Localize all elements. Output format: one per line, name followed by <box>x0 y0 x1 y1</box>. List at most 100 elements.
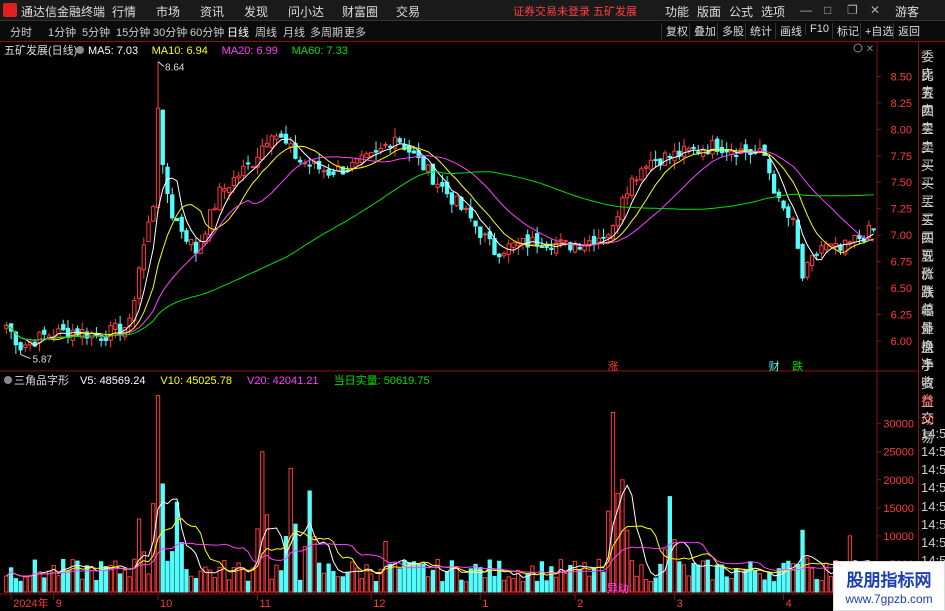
volume-bar <box>302 546 308 593</box>
sidebar-item[interactable]: 14:56 <box>921 480 945 495</box>
candle-body <box>264 142 270 148</box>
volume-bar <box>307 490 312 593</box>
time-tick-label: 1 <box>482 598 488 609</box>
volume-bar <box>298 579 303 593</box>
volume-bar <box>113 560 118 593</box>
price-tick-label: 6.50 <box>891 283 912 295</box>
volume-bar <box>117 573 123 593</box>
volume-bar <box>643 579 649 593</box>
volume-bar <box>260 451 265 593</box>
price-tick-label: 7.25 <box>891 204 912 216</box>
candle-body <box>388 145 393 148</box>
candle-body <box>511 242 516 248</box>
volume-bar <box>738 569 744 593</box>
indicator-legend: 五矿发展(日线) MA5: 7.03 MA10: 6.94 MA20: 6.99 MA6… <box>4 43 874 387</box>
volume-bar <box>757 573 763 593</box>
volume-bar <box>421 563 426 593</box>
candle-body <box>18 342 23 351</box>
volume-bar <box>226 579 232 593</box>
candle-body <box>37 331 42 344</box>
candle-body <box>639 168 644 181</box>
volume-bar <box>596 558 601 593</box>
candle-body <box>814 253 819 256</box>
axis-labels: 8.50 8.25 8.00 7.75 7.50 7.25 7.00 6.75 6.50 6.25… <box>13 61 914 609</box>
volume-bar <box>819 579 824 593</box>
volume-bar <box>165 560 170 593</box>
volume-bar <box>56 575 61 593</box>
candle-body <box>212 207 218 211</box>
volume-bar <box>184 569 189 593</box>
volume-settings-icon <box>4 376 12 384</box>
volume-bar <box>70 559 75 593</box>
candle-body <box>378 147 383 152</box>
candle-body <box>160 109 165 165</box>
low-annotation-leader <box>20 354 31 360</box>
volume-bar <box>563 573 568 593</box>
candle-body <box>615 216 620 227</box>
volume-bar <box>42 577 47 593</box>
candle-body <box>667 155 673 158</box>
volume-bar <box>13 578 19 593</box>
candle-body <box>411 150 417 154</box>
candle-body <box>236 175 241 179</box>
volume-bar <box>440 581 445 593</box>
sidebar-item[interactable]: 14:56 <box>921 499 945 514</box>
event-marker: 财 <box>769 359 780 373</box>
volume-bar <box>23 576 28 593</box>
volume-bar <box>61 558 66 593</box>
price-tick-label: 6.25 <box>891 309 912 321</box>
sidebar-item[interactable]: 14:56 <box>921 426 945 441</box>
volume-bar <box>392 562 398 593</box>
sidebar-item[interactable]: 14:56 <box>921 535 945 550</box>
volume-bar <box>696 564 701 593</box>
candle-body <box>207 209 213 236</box>
candle-body <box>534 233 540 247</box>
time-tick-label: 10 <box>160 598 172 609</box>
volume-bar <box>786 560 791 593</box>
sidebar-item[interactable]: 14:56 <box>921 462 945 477</box>
volume-bar <box>634 575 639 593</box>
candle-body <box>350 161 355 169</box>
candle-body <box>596 237 601 243</box>
volume-bar <box>587 575 592 593</box>
candle-body <box>819 245 824 254</box>
candle-body <box>696 151 701 154</box>
volume-bar <box>373 580 379 593</box>
volume-tick-label: 15000 <box>883 503 914 515</box>
candle-body <box>61 324 66 331</box>
volume-bar <box>411 561 417 593</box>
volume-bar <box>345 571 350 593</box>
volume-bar <box>719 564 725 593</box>
volume-bar <box>771 581 777 593</box>
volume-bar <box>350 561 355 593</box>
candle-body <box>316 160 322 170</box>
candle-body <box>136 267 142 299</box>
volume-bar <box>222 560 227 593</box>
candle-body <box>800 244 805 279</box>
candle-body <box>226 187 232 193</box>
candle-body <box>331 171 336 175</box>
volume-bar <box>610 411 616 593</box>
sidebar-item[interactable]: 14:56 <box>921 444 945 459</box>
kline-chart[interactable]: 8.50 8.25 8.00 7.75 7.50 7.25 7.00 6.75 6.50 6.25… <box>0 0 918 609</box>
candle-body <box>245 162 251 165</box>
volume-bar <box>98 561 104 593</box>
price-tick-label: 7.50 <box>891 177 912 189</box>
pane-settings-icon <box>853 43 863 53</box>
volume-bar <box>487 559 492 593</box>
candle-body <box>293 142 298 159</box>
price-tick-label: 8.00 <box>891 124 912 136</box>
volume-bar <box>84 565 90 593</box>
volume-bar <box>189 575 194 593</box>
candle-body <box>364 153 369 159</box>
volume-event-marker: 异动 <box>607 582 629 595</box>
candle-body <box>468 207 473 219</box>
volume-bar <box>122 569 128 593</box>
volume-bar <box>748 561 753 593</box>
volume-bar <box>207 569 213 593</box>
sidebar-item[interactable]: 14:56 <box>921 517 945 532</box>
volume-bar <box>767 571 772 593</box>
settings-icon <box>76 46 84 54</box>
volume-bar <box>762 579 767 593</box>
price-tick-label: 8.25 <box>891 98 912 110</box>
